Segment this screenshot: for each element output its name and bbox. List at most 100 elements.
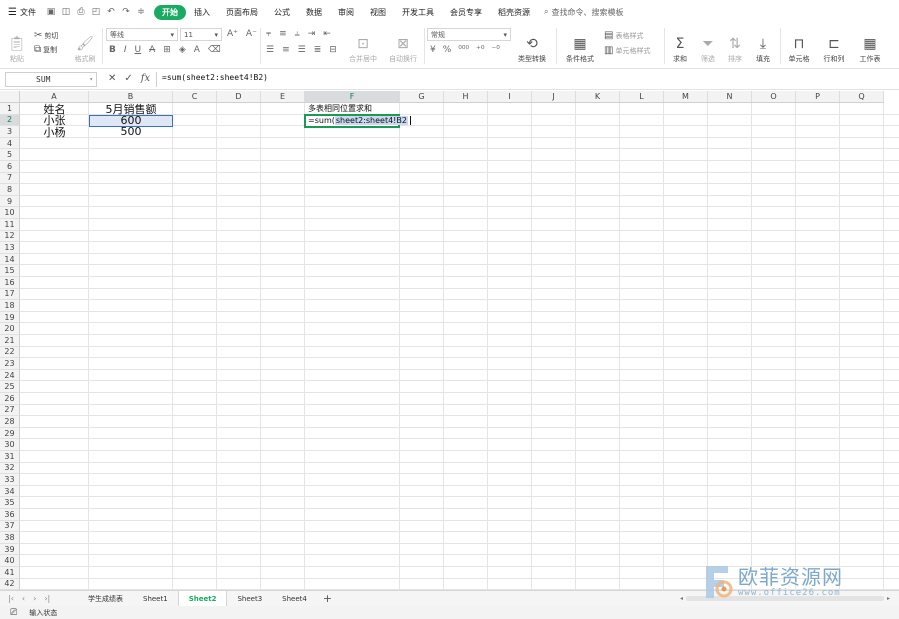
font-color-icon[interactable]: A	[194, 45, 200, 55]
cell-B1[interactable]: 5月销售额	[89, 103, 173, 116]
row-header-26[interactable]: 26	[0, 393, 20, 405]
redo-icon[interactable]: ↷	[121, 7, 131, 17]
first-sheet-icon[interactable]: |‹	[8, 594, 14, 603]
align-right-icon[interactable]: ☰	[298, 45, 306, 55]
row-header-42[interactable]: 42	[0, 578, 20, 590]
paste-button[interactable]: 📋︎ 粘贴	[6, 26, 28, 64]
row-header-12[interactable]: 12	[0, 230, 20, 243]
tab-4[interactable]: 数据	[298, 5, 330, 20]
row-header-28[interactable]: 28	[0, 416, 20, 428]
tab-0[interactable]: 开始	[153, 4, 186, 20]
table-style-button[interactable]: ▤ 表格样式	[604, 30, 643, 41]
name-box[interactable]: SUM ▾	[5, 72, 97, 87]
align-left-icon[interactable]: ☰	[266, 45, 274, 55]
sheet-tab-0[interactable]: 学生成绩表	[78, 591, 133, 607]
row-header-13[interactable]: 13	[0, 242, 20, 254]
tab-7[interactable]: 开发工具	[394, 5, 442, 20]
print-preview-icon[interactable]: ◰	[91, 7, 101, 17]
row-header-5[interactable]: 5	[0, 149, 20, 161]
align-bottom-icon[interactable]: ⫨	[295, 29, 300, 39]
row-header-10[interactable]: 10	[0, 207, 20, 219]
column-header-M[interactable]: M	[664, 91, 708, 103]
row-header-7[interactable]: 7	[0, 172, 20, 185]
cell-style-button[interactable]: ▥ 单元格样式	[604, 45, 650, 56]
format-painter-button[interactable]: 🖌︎ 格式刷	[72, 26, 98, 64]
row-header-20[interactable]: 20	[0, 323, 20, 335]
tab-6[interactable]: 视图	[362, 5, 394, 20]
row-header-14[interactable]: 14	[0, 253, 20, 266]
row-header-18[interactable]: 18	[0, 300, 20, 312]
row-header-16[interactable]: 16	[0, 277, 20, 289]
scroll-left-icon[interactable]: ◂	[680, 595, 683, 602]
confirm-icon[interactable]: ✓	[124, 73, 132, 84]
column-header-N[interactable]: N	[708, 91, 752, 103]
cut-button[interactable]: ✂ 剪切	[34, 30, 58, 41]
export-icon[interactable]: ◫	[61, 7, 71, 17]
print-icon[interactable]: ⎙	[76, 7, 86, 17]
column-header-P[interactable]: P	[796, 91, 840, 103]
row-header-35[interactable]: 35	[0, 497, 20, 509]
worksheet-button[interactable]: ▦ 工作表	[854, 26, 886, 64]
thousands-icon[interactable]: ⁰⁰⁰	[458, 45, 469, 55]
column-header-C[interactable]: C	[173, 91, 217, 103]
row-header-6[interactable]: 6	[0, 161, 20, 173]
font-grow-icon[interactable]: A⁺	[227, 29, 238, 39]
column-header-E[interactable]: E	[261, 91, 305, 103]
cell-edit-text[interactable]: =sum(sheet2:sheet4!B2	[308, 115, 411, 127]
strikethrough-icon[interactable]: A	[149, 45, 155, 55]
decrease-decimal-icon[interactable]: ⁻⁰	[491, 45, 499, 55]
align-top-icon[interactable]: ⫧	[266, 29, 271, 39]
number-format-select[interactable]: 常规 ▾	[427, 28, 511, 41]
row-header-1[interactable]: 1	[0, 103, 20, 115]
row-header-9[interactable]: 9	[0, 195, 20, 208]
percent-icon[interactable]: %	[443, 45, 452, 55]
currency-icon[interactable]: ¥	[430, 45, 436, 55]
worksheet-grid[interactable]: A B C D E F G H I J K L M N O P Q 1 2 3 4 5 6 7 8 9 10 11 12 13 14 15 16…	[0, 91, 899, 590]
column-header-O[interactable]: O	[752, 91, 796, 103]
italic-icon[interactable]: I	[124, 45, 127, 55]
save-icon[interactable]: ▣	[46, 7, 56, 17]
clear-icon[interactable]: ⌫	[208, 45, 221, 55]
macro-record-icon[interactable]: ⎚	[10, 608, 17, 618]
row-header-39[interactable]: 39	[0, 543, 20, 556]
command-search[interactable]: ⌕ 查找命令、搜索模板	[544, 7, 623, 18]
row-header-29[interactable]: 29	[0, 427, 20, 440]
column-header-G[interactable]: G	[400, 91, 444, 103]
column-header-K[interactable]: K	[576, 91, 620, 103]
row-header-24[interactable]: 24	[0, 369, 20, 382]
row-header-17[interactable]: 17	[0, 288, 20, 301]
indent-icon[interactable]: ⇥	[308, 29, 316, 39]
tab-9[interactable]: 稻壳资源	[490, 5, 538, 20]
row-header-11[interactable]: 11	[0, 219, 20, 231]
tab-8[interactable]: 会员专享	[442, 5, 490, 20]
row-header-41[interactable]: 41	[0, 567, 20, 579]
row-header-21[interactable]: 21	[0, 335, 20, 347]
file-menu[interactable]: ☰ 文件	[0, 7, 42, 18]
row-header-23[interactable]: 23	[0, 358, 20, 370]
prev-sheet-icon[interactable]: ‹	[22, 594, 25, 603]
row-header-25[interactable]: 25	[0, 381, 20, 393]
select-all-corner[interactable]	[0, 91, 20, 103]
font-shrink-icon[interactable]: A⁻	[246, 29, 257, 39]
column-header-H[interactable]: H	[444, 91, 488, 103]
row-header-36[interactable]: 36	[0, 509, 20, 521]
next-sheet-icon[interactable]: ›	[33, 594, 36, 603]
row-header-37[interactable]: 37	[0, 520, 20, 533]
cell-F1[interactable]: 多表相同位置求和	[305, 103, 400, 115]
column-header-D[interactable]: D	[217, 91, 261, 103]
column-header-J[interactable]: J	[532, 91, 576, 103]
column-header-L[interactable]: L	[620, 91, 664, 103]
last-sheet-icon[interactable]: ›|	[44, 594, 50, 603]
sheet-tab-2[interactable]: Sheet2	[177, 590, 228, 607]
row-header-33[interactable]: 33	[0, 474, 20, 486]
font-size-select[interactable]: 11 ▾	[180, 28, 222, 41]
column-header-F[interactable]: F	[305, 91, 400, 103]
add-sheet-icon[interactable]: +	[317, 592, 332, 605]
cell-B2[interactable]: 600	[89, 114, 173, 127]
column-header-I[interactable]: I	[488, 91, 532, 103]
conditional-format-button[interactable]: ▦ 条件格式	[562, 26, 598, 64]
underline-icon[interactable]: U	[135, 45, 142, 55]
sheet-tab-4[interactable]: Sheet4	[272, 591, 317, 607]
undo-icon[interactable]: ↶	[106, 7, 116, 17]
tab-3[interactable]: 公式	[266, 5, 298, 20]
